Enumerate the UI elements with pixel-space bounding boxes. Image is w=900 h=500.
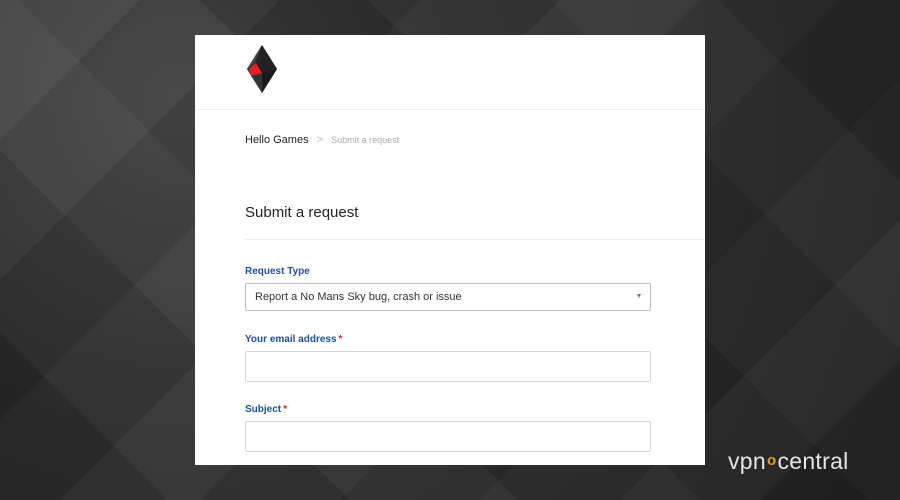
page-title: Submit a request bbox=[245, 204, 359, 221]
no-mans-sky-logo-icon[interactable] bbox=[247, 45, 277, 93]
breadcrumb: Hello Games > Submit a request bbox=[245, 134, 399, 146]
request-type-label-text: Request Type bbox=[245, 266, 310, 277]
watermark-accent: o bbox=[766, 452, 777, 469]
subject-label: Subject * bbox=[245, 404, 287, 415]
support-panel: Hello Games > Submit a request Submit a … bbox=[195, 35, 705, 465]
subject-label-text: Subject bbox=[245, 404, 282, 415]
email-label: Your email address * bbox=[245, 334, 342, 345]
watermark-part2: central bbox=[777, 448, 849, 474]
email-label-text: Your email address bbox=[245, 334, 337, 345]
request-type-label: Request Type bbox=[245, 266, 310, 277]
breadcrumb-current: Submit a request bbox=[331, 135, 400, 145]
email-required-marker: * bbox=[338, 334, 343, 345]
chevron-down-icon bbox=[637, 294, 641, 298]
email-field[interactable] bbox=[245, 351, 651, 382]
breadcrumb-separator: > bbox=[316, 134, 324, 146]
request-type-select[interactable]: Report a No Mans Sky bug, crash or issue bbox=[245, 283, 651, 311]
breadcrumb-home-link[interactable]: Hello Games bbox=[245, 134, 309, 146]
watermark-part1: vpn bbox=[728, 448, 766, 474]
title-divider bbox=[245, 239, 705, 240]
header-divider bbox=[195, 109, 705, 110]
subject-field[interactable] bbox=[245, 421, 651, 452]
request-type-selected-value: Report a No Mans Sky bug, crash or issue bbox=[255, 291, 462, 303]
subject-required-marker: * bbox=[283, 404, 288, 415]
vpncentral-watermark: vpnocentral bbox=[728, 448, 849, 475]
